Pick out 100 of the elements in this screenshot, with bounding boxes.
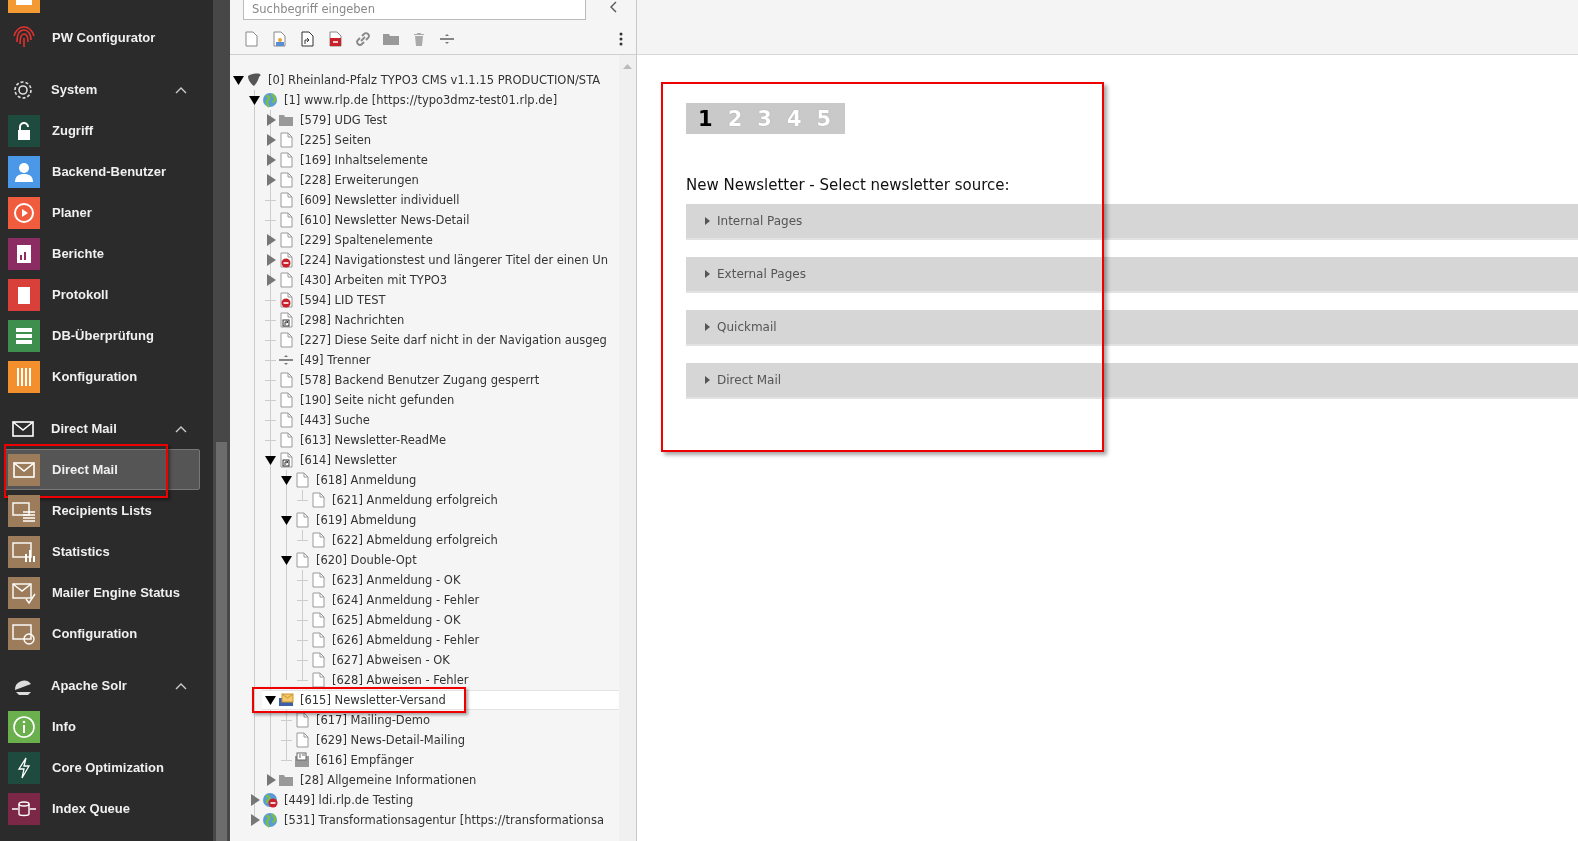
caret-right-icon[interactable] <box>265 274 276 286</box>
caret-right-icon[interactable] <box>249 814 260 826</box>
accordion-header[interactable]: External Pages <box>686 257 1578 293</box>
tree-item[interactable]: [629] News-Detail-Mailing <box>316 733 465 747</box>
page-remove-icon[interactable] <box>327 31 343 47</box>
scrollbar[interactable] <box>213 0 230 841</box>
module-item[interactable]: Direct Mail <box>4 449 200 490</box>
tree-item[interactable]: [620] Double-Opt <box>316 553 417 567</box>
separator-icon <box>278 352 294 368</box>
caret-right-icon[interactable] <box>265 174 276 186</box>
tree-item[interactable]: [430] Arbeiten mit TYPO3 <box>300 273 448 287</box>
search-field[interactable]: Suchbegriff eingeben <box>243 0 586 20</box>
module-item[interactable]: Mailer Engine Status <box>4 572 200 613</box>
module-item[interactable]: Core Optimization <box>4 747 200 788</box>
module-item[interactable]: Info <box>4 706 200 747</box>
tree-item[interactable]: [618] Anmeldung <box>316 473 417 487</box>
tree-item[interactable]: [623] Anmeldung - OK <box>332 573 461 587</box>
tree-item[interactable]: [579] UDG Test <box>300 113 388 127</box>
caret-right-icon[interactable] <box>249 794 260 806</box>
caret-down-icon[interactable] <box>281 514 292 526</box>
page-shortcut-icon[interactable] <box>299 31 315 47</box>
tree-item[interactable]: [227] Diese Seite darf nicht in der Navigation ausgeg <box>300 333 607 347</box>
step-number[interactable]: 1 <box>698 106 713 131</box>
page-icon <box>310 572 326 588</box>
tree-item[interactable]: [627] Abweisen - OK <box>332 653 450 667</box>
caret-right-icon[interactable] <box>265 114 276 126</box>
caret-down-icon[interactable] <box>265 454 276 466</box>
caret-right-icon[interactable] <box>265 254 276 266</box>
page-users-icon[interactable] <box>271 31 287 47</box>
tree-item[interactable]: [229] Spaltenelemente <box>300 233 433 247</box>
chevron-left-icon[interactable] <box>609 1 619 13</box>
tree-item[interactable]: [298] Nachrichten <box>300 313 405 327</box>
tree-item[interactable]: [619] Abmeldung <box>316 513 417 527</box>
accordion-header[interactable]: Internal Pages <box>686 204 1578 240</box>
tree-item[interactable]: [190] Seite nicht gefunden <box>300 393 455 407</box>
scrollbar-thumb[interactable] <box>216 442 227 841</box>
tree-item[interactable]: [622] Abmeldung erfolgreich <box>332 533 498 547</box>
section-title[interactable]: Apache Solr <box>51 678 175 693</box>
tree-item[interactable]: [1] www.rlp.de [https://typo3dmz-test01.rlp.de] <box>284 93 558 107</box>
chevron-up-icon[interactable] <box>175 681 187 690</box>
section-title[interactable]: System <box>51 82 175 97</box>
module-item[interactable]: Recipients Lists <box>4 490 200 531</box>
link-icon[interactable] <box>355 31 371 47</box>
module-item[interactable]: Planer <box>4 192 200 233</box>
scrollbar[interactable] <box>619 55 636 841</box>
caret-right-icon[interactable] <box>265 234 276 246</box>
tree-item[interactable]: [578] Backend Benutzer Zugang gesperrt <box>300 373 540 387</box>
tree-item[interactable]: [625] Abmeldung - OK <box>332 613 461 627</box>
caret-down-icon[interactable] <box>281 474 292 486</box>
page-icon <box>310 672 326 688</box>
tree-item[interactable]: [449] ldi.rlp.de Testing <box>284 793 414 807</box>
tree-item[interactable]: [49] Trenner <box>300 353 371 367</box>
caret-right-icon[interactable] <box>265 774 276 786</box>
section-title[interactable]: Direct Mail <box>51 421 175 436</box>
tree-item[interactable]: [594] LID TEST <box>300 293 386 307</box>
caret-down-icon[interactable] <box>265 694 276 706</box>
tree-item[interactable]: [225] Seiten <box>300 133 372 147</box>
tree-item[interactable]: [0] Rheinland-Pfalz TYPO3 CMS v1.1.15 PRODUCTION/STA <box>268 73 601 87</box>
accordion-header[interactable]: Direct Mail <box>686 363 1578 399</box>
tree-item[interactable]: [443] Suche <box>300 413 370 427</box>
tree-item[interactable]: [614] Newsletter <box>300 453 397 467</box>
page-icon <box>278 312 294 328</box>
module-item[interactable]: Konfiguration <box>4 356 200 397</box>
module-item[interactable]: Configuration <box>4 613 200 654</box>
module-item[interactable]: PW Configurator <box>4 17 200 58</box>
module-item[interactable]: Index Queue <box>4 788 200 829</box>
tree-item[interactable]: [616] Empfänger <box>316 753 414 767</box>
tree-item[interactable]: [610] Newsletter News-Detail <box>300 213 470 227</box>
module-item[interactable]: Backend-Benutzer <box>4 151 200 192</box>
tree-item[interactable]: [613] Newsletter-ReadMe <box>300 433 447 447</box>
more-icon[interactable] <box>619 31 623 47</box>
module-item[interactable]: Protokoll <box>4 274 200 315</box>
separator-icon[interactable] <box>439 31 455 47</box>
chevron-up-icon[interactable] <box>175 424 187 433</box>
tree-item[interactable]: [624] Anmeldung - Fehler <box>332 593 480 607</box>
tree-item[interactable]: [228] Erweiterungen <box>300 173 419 187</box>
caret-down-icon[interactable] <box>233 74 244 86</box>
tree-item[interactable]: [224] Navigationstest und längerer Titel der einen Un <box>300 253 609 267</box>
tree-item[interactable]: [609] Newsletter individuell <box>300 193 460 207</box>
tree-item[interactable]: [28] Allgemeine Informationen <box>300 773 477 787</box>
tree-item[interactable]: [169] Inhaltselemente <box>300 153 428 167</box>
module-item[interactable]: Berichte <box>4 233 200 274</box>
tree-item[interactable]: [621] Anmeldung erfolgreich <box>332 493 498 507</box>
module-item[interactable]: Statistics <box>4 531 200 572</box>
caret-right-icon[interactable] <box>265 134 276 146</box>
tree-item[interactable]: [617] Mailing-Demo <box>316 713 431 727</box>
tree-item[interactable]: [628] Abweisen - Fehler <box>332 673 469 687</box>
new-page-icon[interactable] <box>243 31 259 47</box>
tree-item[interactable]: [626] Abmeldung - Fehler <box>332 633 480 647</box>
tree-item[interactable]: [531] Transformationsagentur [https://transformationsa <box>284 813 604 827</box>
accordion-header[interactable]: Quickmail <box>686 310 1578 346</box>
trash-icon[interactable] <box>411 31 427 47</box>
module-item[interactable]: DB-Überprüfung <box>4 315 200 356</box>
caret-down-icon[interactable] <box>249 94 260 106</box>
caret-down-icon[interactable] <box>281 554 292 566</box>
module-item[interactable]: Zugriff <box>4 110 200 151</box>
caret-right-icon[interactable] <box>265 154 276 166</box>
chevron-up-icon[interactable] <box>175 85 187 94</box>
page-icon <box>294 512 310 528</box>
folder-icon[interactable] <box>383 31 399 47</box>
